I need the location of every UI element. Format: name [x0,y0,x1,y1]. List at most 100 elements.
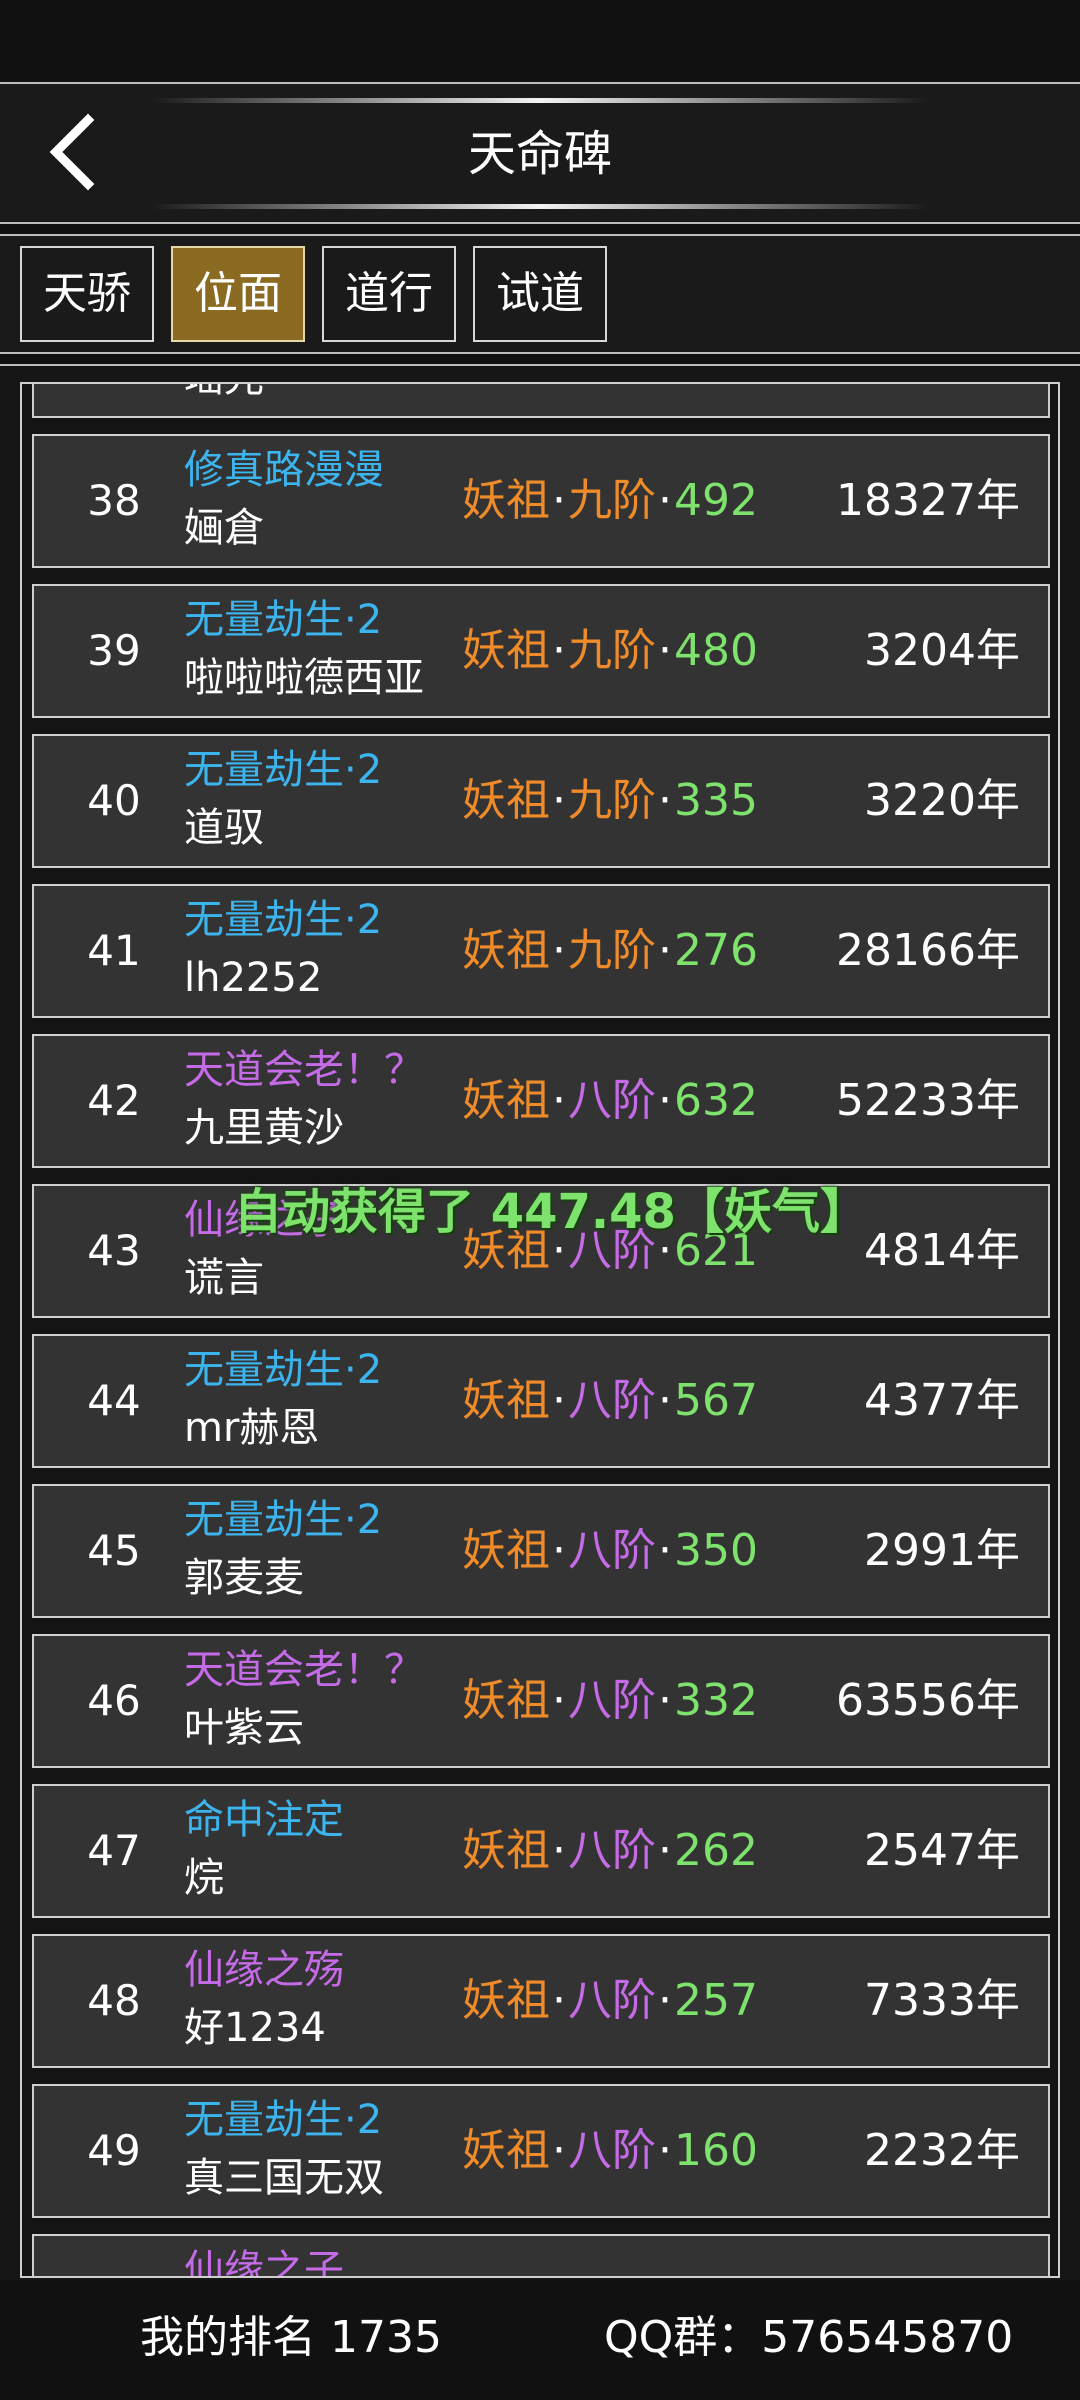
cultivation-years: 3204年 [864,625,1020,676]
guild-name: 无量劫生·2 [184,747,383,793]
guild-name: 仙缘之子 [184,2247,344,2278]
cultivation-years: 18327年 [836,475,1020,526]
realm-level: 妖祖·八阶·262 [462,1786,758,1916]
realm-score: 492 [674,475,758,526]
rank-number: 38 [87,476,141,525]
guild-name: 无量劫生·2 [184,597,383,643]
realm-name: 妖祖 [462,625,550,676]
ranking-row[interactable]: 50仙缘之子位面意志妖祖·七阶·56713896年 [32,2234,1050,2278]
realm-name: 妖祖 [462,1975,550,2026]
rank-number: 49 [87,2126,141,2175]
cultivation-years: 4814年 [864,1225,1020,1276]
rank-number: 47 [87,1826,141,1875]
footer-bar: 我的排名 1735 QQ群：576545870 [0,2280,1080,2400]
realm-level: 妖祖·八阶·567 [462,1336,758,1466]
player-name: lh2252 [184,955,323,1001]
realm-level: 妖祖·八阶·350 [462,1486,758,1616]
realm-score: 257 [674,1975,758,2026]
guild-name: 天道会老！？ [184,1647,424,1693]
ranking-row[interactable]: 38 修真路漫漫 婳倉 妖祖·九阶·492 18327年 [32,434,1050,568]
realm-tier: 八阶 [568,1675,656,1726]
realm-name: 妖祖 [462,1075,550,1126]
realm-name: 妖祖 [462,1375,550,1426]
realm-level: 妖祖·八阶·332 [462,1636,758,1766]
rank-number: 48 [87,1976,141,2025]
rank-number: 44 [87,1376,141,1425]
player-name: 真三国无双 [184,2155,384,2201]
realm-score: 276 [674,925,758,976]
separator-dot: · [658,775,672,826]
cultivation-years: 2547年 [864,1825,1020,1876]
separator-dot: · [658,1075,672,1126]
separator-dot: · [658,1675,672,1726]
guild-name: 无量劫生·2 [184,2097,383,2143]
ranking-row[interactable]: 49 无量劫生·2 真三国无双 妖祖·八阶·160 2232年 [32,2084,1050,2218]
realm-score: 335 [674,775,758,826]
separator-dot: · [658,1525,672,1576]
player-name: 烷 [184,1855,224,1901]
realm-tier: 九阶 [568,625,656,676]
page-title: 天命碑 [467,126,612,182]
realm-tier: 七阶 [568,2275,656,2276]
realm-level: 妖祖·八阶·257 [462,1936,758,2066]
ranking-row[interactable]: 48 仙缘之殇 好1234 妖祖·八阶·257 7333年 [32,1934,1050,2068]
ranking-row[interactable]: 47 命中注定烷 妖祖·八阶·262 2547年 [32,1784,1050,1918]
realm-tier: 九阶 [568,475,656,526]
ranking-row[interactable]: 37无量劫生·2瑶光妖祖·九阶·5104012年 [32,384,1050,418]
player-name: 好1234 [184,2005,326,2051]
separator-dot: · [552,475,566,526]
cultivation-years: 3220年 [864,775,1020,826]
separator-dot: · [552,625,566,676]
realm-name: 妖祖 [462,2275,550,2276]
rank-number: 37 [64,384,164,416]
rank-number: 46 [87,1676,141,1725]
realm-tier: 八阶 [568,2125,656,2176]
player-name: 叶紫云 [184,1705,304,1751]
realm-name: 妖祖 [462,1525,550,1576]
ranking-row[interactable]: 41 无量劫生·2 lh2252 妖祖·九阶·276 28166年 [32,884,1050,1018]
realm-level: 妖祖·九阶·335 [462,736,758,866]
separator-dot: · [658,1825,672,1876]
separator-dot: · [552,1075,566,1126]
header-glow-top [150,98,930,103]
ranking-row[interactable]: 42 天道会老！？ 九里黄沙 妖祖·八阶·632 52233年 [32,1034,1050,1168]
guild-name: 无量劫生·2 [184,1497,383,1543]
ranking-row[interactable]: 39 无量劫生·2 啦啦啦德西亚 妖祖·九阶·480 3204年 [32,584,1050,718]
separator-dot: · [552,925,566,976]
tab-tianjiao[interactable]: 天骄 [20,246,154,342]
cultivation-years: 2232年 [864,2125,1020,2176]
player-name: 婳倉 [184,505,264,551]
player-name: 道驭 [184,805,264,851]
rank-number: 43 [87,1226,141,1275]
ranking-row[interactable]: 46 天道会老！？ 叶紫云 妖祖·八阶·332 63556年 [32,1634,1050,1768]
ranking-row[interactable]: 44 无量劫生·2 mr赫恩 妖祖·八阶·567 4377年 [32,1334,1050,1468]
guild-name: 命中注定 [184,1797,344,1843]
ranking-list[interactable]: 37无量劫生·2瑶光妖祖·九阶·5104012年38修真路漫漫婳倉妖祖·九阶·4… [20,382,1060,2278]
realm-score: 332 [674,1675,758,1726]
tab-shidao[interactable]: 试道 [473,246,607,342]
realm-level: 妖祖·八阶·160 [462,2086,758,2216]
separator-dot: · [552,1525,566,1576]
header-glow-bottom [150,204,930,209]
ranking-row[interactable]: 45 无量劫生·2 郭麦麦 妖祖·八阶·350 2991年 [32,1484,1050,1618]
realm-level: 妖祖·九阶·276 [462,886,758,1016]
realm-level: 妖祖·八阶·632 [462,1036,758,1166]
realm-name: 妖祖 [462,475,550,526]
realm-level: 妖祖·九阶·480 [462,586,758,716]
rank-number: 45 [87,1526,141,1575]
tab-weimian[interactable]: 位面 [171,246,305,342]
realm-score: 160 [674,2125,758,2176]
ranking-row[interactable]: 40 无量劫生·2 道驭 妖祖·九阶·335 3220年 [32,734,1050,868]
cultivation-years: 52233年 [836,1075,1020,1126]
realm-score: 567 [674,1375,758,1426]
rank-number: 41 [87,926,141,975]
realm-level: 妖祖·九阶·492 [462,436,758,566]
realm-name: 妖祖 [462,925,550,976]
separator-dot: · [658,925,672,976]
realm-tier: 八阶 [568,1075,656,1126]
qq-group-label: QQ群：576545870 [604,2312,1014,2363]
realm-level: 妖祖·七阶·567 [462,2236,758,2276]
tab-daoxing[interactable]: 道行 [322,246,456,342]
cultivation-years: 28166年 [836,925,1020,976]
realm-score: 262 [674,1825,758,1876]
